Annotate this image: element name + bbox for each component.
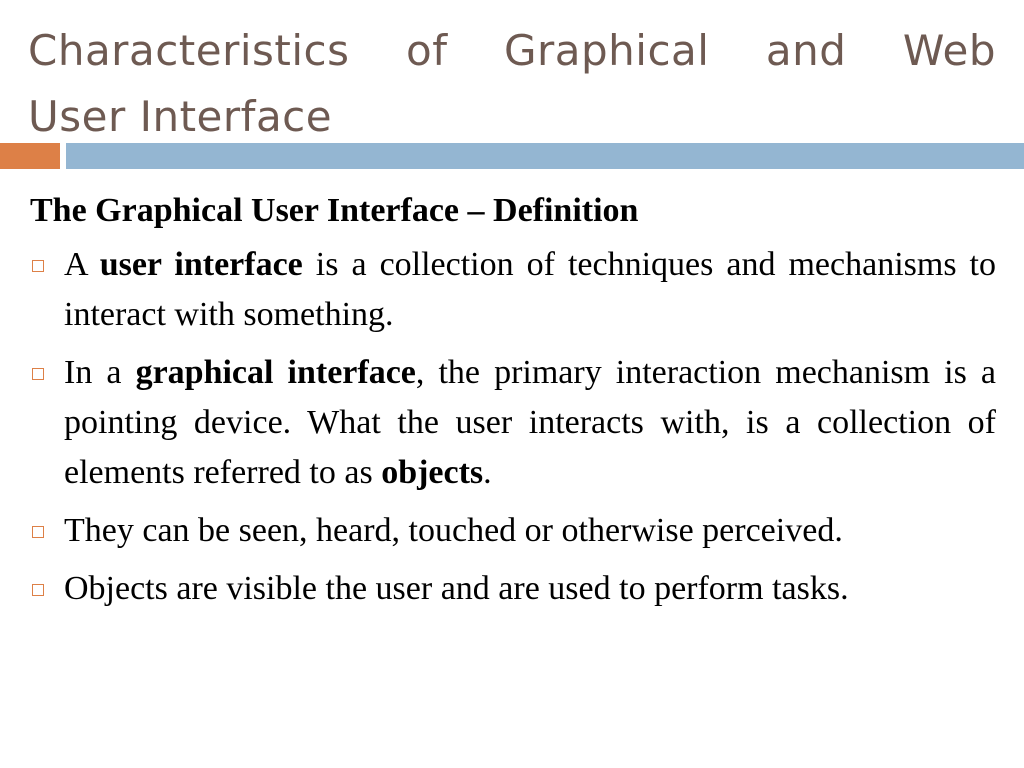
hollow-square-icon	[32, 368, 44, 380]
title-accent-bar	[0, 143, 60, 169]
subheading: The Graphical User Interface – Definitio…	[30, 192, 639, 229]
bullet-bold-term: user interface	[99, 246, 303, 283]
bullet-list: A user interface is a collection of tech…	[30, 240, 996, 614]
bullet-text: In a	[64, 354, 136, 391]
bullet-item: A user interface is a collection of tech…	[30, 240, 996, 340]
title-divider-bar	[66, 143, 1024, 169]
title-line-2: User Interface	[28, 92, 333, 141]
hollow-square-icon	[32, 526, 44, 538]
hollow-square-icon	[32, 260, 44, 272]
bullet-text: They can be seen, heard, touched or othe…	[64, 512, 843, 549]
bullet-item: They can be seen, heard, touched or othe…	[30, 506, 996, 556]
bullet-text: Objects are visible the user and are use…	[64, 570, 849, 607]
bullet-text: A	[64, 246, 100, 283]
bullet-bold-term: graphical interface	[135, 354, 416, 391]
hollow-square-icon	[32, 584, 44, 596]
bullet-item: Objects are visible the user and are use…	[30, 564, 996, 614]
title-line-1: Characteristics of Graphical and Web	[28, 26, 996, 75]
slide-title: Characteristics of Graphical and Web Use…	[28, 18, 996, 150]
bullet-bold-term: objects	[381, 454, 484, 491]
slide-content: The Graphical User Interface – Definitio…	[30, 186, 996, 622]
bullet-item: In a graphical interface, the primary in…	[30, 348, 996, 498]
bullet-text: .	[483, 454, 492, 491]
